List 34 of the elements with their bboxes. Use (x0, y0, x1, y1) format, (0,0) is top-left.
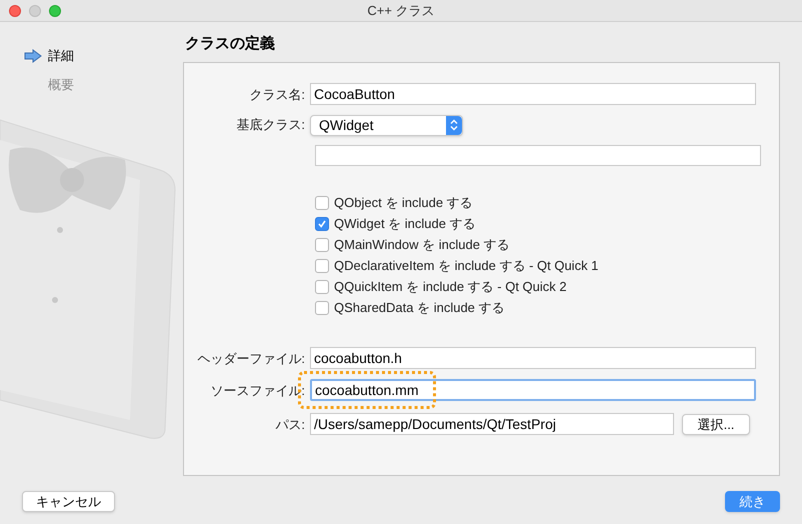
dropdown[interactable]: QWidget (310, 114, 463, 136)
checkbox-label: QWidget を include する (334, 214, 476, 233)
zoom-button[interactable] (49, 4, 61, 16)
checkbox-label: QSharedData を include する (334, 298, 505, 317)
checkbox[interactable] (315, 196, 329, 210)
step-item: 詳細 (48, 47, 74, 65)
text-field[interactable]: CocoaButton (310, 82, 756, 104)
checkbox[interactable] (315, 216, 329, 230)
step-item: 概要 (48, 76, 74, 94)
checkbox-label: QMainWindow を include する (334, 236, 510, 254)
checkbox-label: QObject を include する (334, 194, 473, 212)
checkbox[interactable] (315, 280, 329, 294)
text-field[interactable]: /Users/samepp/Documents/Qt/TestProj (310, 412, 674, 434)
text-field[interactable]: cocoabutton.h (310, 346, 756, 368)
cancel-button[interactable]: キャンセル (22, 491, 115, 512)
field-label: クラス名: (248, 86, 306, 104)
check-icon (317, 218, 327, 228)
checkbox[interactable] (315, 258, 329, 272)
checkbox-label: QQuickItem を include する - Qt Quick 2 (334, 278, 567, 296)
browse-button[interactable]: 選択... (682, 414, 750, 435)
text-field[interactable]: cocoabutton.mm (310, 378, 756, 400)
window-title: C++ クラス (366, 2, 436, 20)
close-button[interactable] (9, 4, 21, 16)
page-heading: クラスの定義 (185, 34, 276, 54)
minimize-button[interactable] (29, 4, 41, 16)
checkbox-label: QDeclarativeItem を include する - Qt Quick 1 (334, 256, 598, 275)
stepper-icon (446, 116, 462, 134)
checkbox[interactable] (315, 238, 329, 252)
field-label: パス: (274, 416, 306, 434)
field-label: 基底クラス: (235, 116, 306, 134)
arrow-icon (24, 48, 42, 63)
checkbox[interactable] (315, 300, 329, 314)
text-field[interactable] (315, 144, 761, 166)
field-label: ヘッダーファイル: (196, 350, 306, 368)
